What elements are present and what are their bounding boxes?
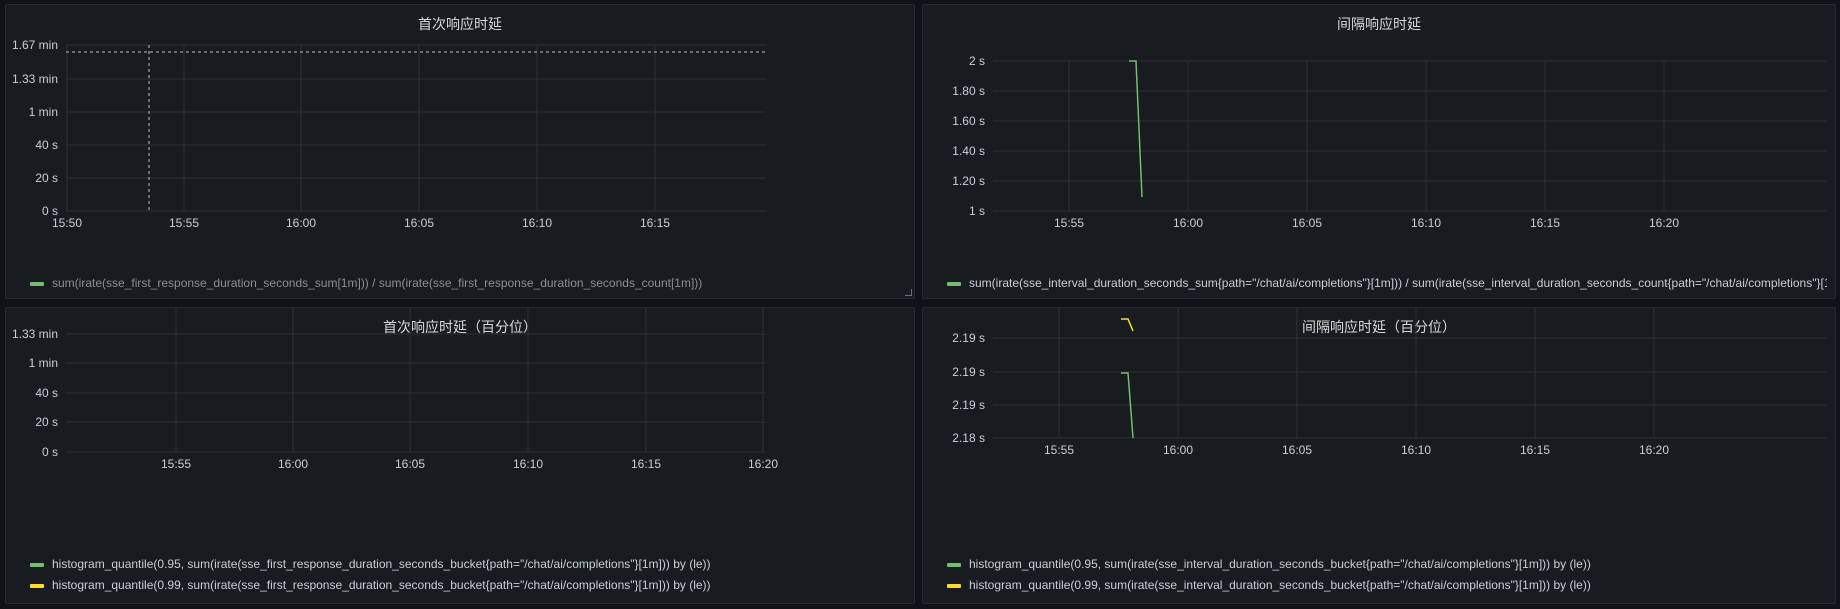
y-tick-label: 1 s [969, 204, 985, 218]
panel-legend: sum(irate(sse_interval_duration_seconds_… [947, 273, 1827, 294]
y-tick-label: 1.40 s [952, 144, 985, 158]
x-tick-label: 16:00 [1163, 443, 1193, 457]
legend-item[interactable]: histogram_quantile(0.95, sum(irate(sse_f… [30, 554, 906, 575]
legend-label: sum(irate(sse_interval_duration_seconds_… [969, 276, 1827, 290]
x-tick-label: 16:20 [748, 457, 778, 471]
series-color-swatch [947, 562, 961, 567]
y-tick-label: 20 s [35, 171, 58, 185]
y-tick-label: 1.60 s [952, 114, 985, 128]
y-tick-label: 20 s [35, 415, 58, 429]
legend-item[interactable]: histogram_quantile(0.99, sum(irate(sse_f… [30, 575, 906, 596]
resize-handle-icon[interactable] [905, 289, 912, 296]
x-tick-label: 16:15 [1530, 216, 1560, 230]
x-tick-label: 16:05 [1292, 216, 1322, 230]
series-color-swatch [947, 281, 961, 286]
legend-item[interactable]: sum(irate(sse_first_response_duration_se… [30, 273, 906, 294]
y-tick-label: 1 min [29, 356, 58, 370]
y-tick-label: 1.33 min [12, 327, 58, 341]
x-tick-label: 16:00 [278, 457, 308, 471]
legend-label: histogram_quantile(0.99, sum(irate(sse_i… [969, 578, 1591, 592]
x-tick-label: 16:15 [640, 216, 670, 230]
y-tick-label: 1 min [29, 105, 58, 119]
legend-item[interactable]: histogram_quantile(0.95, sum(irate(sse_i… [947, 554, 1827, 575]
x-tick-label: 16:10 [522, 216, 552, 230]
y-tick-label: 1.67 min [12, 308, 58, 311]
legend-item[interactable]: histogram_quantile(0.99, sum(irate(sse_i… [947, 575, 1827, 596]
x-tick-label: 16:15 [631, 457, 661, 471]
panel-chart[interactable]: 2 s 1.80 s 1.60 s 1.40 s 1.20 s 1 s 15:55 16:00… [923, 5, 1837, 300]
x-tick-label: 15:55 [161, 457, 191, 471]
x-tick-label: 16:00 [286, 216, 316, 230]
x-tick-label: 16:00 [1173, 216, 1203, 230]
y-tick-label: 2.19 s [952, 398, 985, 412]
x-tick-label: 16:05 [1282, 443, 1312, 457]
series-color-swatch [30, 583, 44, 588]
x-tick-label: 16:10 [1411, 216, 1441, 230]
series-line-p99[interactable] [1121, 318, 1134, 332]
y-tick-label: 40 s [35, 138, 58, 152]
y-tick-label: 2.19 s [952, 331, 985, 345]
x-tick-label: 16:20 [1649, 216, 1679, 230]
panel-interval-response-latency[interactable]: 间隔响应时延 2 s 1.80 s 1.60 s 1.40 s 1.20 s1 s 15:… [922, 4, 1836, 299]
series-line-interval-avg[interactable] [1129, 60, 1143, 198]
y-tick-label: 2.18 s [952, 431, 985, 445]
x-tick-label: 15:55 [1054, 216, 1084, 230]
y-tick-label: 40 s [35, 386, 58, 400]
panel-legend: sum(irate(sse_first_response_duration_se… [30, 273, 906, 294]
panel-legend: histogram_quantile(0.95, sum(irate(sse_i… [947, 554, 1827, 596]
legend-label: histogram_quantile(0.95, sum(irate(sse_f… [52, 557, 711, 571]
panel-first-response-latency-percentile[interactable]: 首次响应时延（百分位） 1.67 min1.33 min1 min40 s20 … [5, 307, 915, 604]
x-tick-label: 16:10 [1401, 443, 1431, 457]
x-tick-label: 16:10 [513, 457, 543, 471]
y-tick-label: 1.20 s [952, 174, 985, 188]
series-color-swatch [30, 562, 44, 567]
legend-label: sum(irate(sse_first_response_duration_se… [52, 276, 703, 290]
y-tick-label: 1.80 s [952, 84, 985, 98]
y-tick-label: 2 s [969, 54, 985, 68]
x-tick-label: 16:20 [1639, 443, 1669, 457]
panel-legend: histogram_quantile(0.95, sum(irate(sse_f… [30, 554, 906, 596]
x-tick-label: 16:15 [1520, 443, 1550, 457]
panel-chart[interactable]: 1.67 min1.33 min1 min40 s20 s0 s15:50 15:… [6, 5, 916, 300]
panel-interval-response-latency-percentile[interactable]: 间隔响应时延（百分位） 2.20 s2.19 s2.19 s2.19 s2.18… [922, 307, 1836, 604]
x-tick-label: 16:05 [404, 216, 434, 230]
legend-label: histogram_quantile(0.95, sum(irate(sse_i… [969, 557, 1591, 571]
y-tick-label: 2.19 s [952, 365, 985, 379]
y-tick-label: 1.33 min [12, 72, 58, 86]
legend-item[interactable]: sum(irate(sse_interval_duration_seconds_… [947, 273, 1827, 294]
x-tick-label: 15:50 [52, 216, 82, 230]
x-tick-label: 15:55 [1044, 443, 1074, 457]
panel-first-response-latency[interactable]: 首次响应时延 1.67 min 1.33 min 1 min 40 s 20 s0 s1… [5, 4, 915, 299]
legend-label: histogram_quantile(0.99, sum(irate(sse_f… [52, 578, 711, 592]
series-color-swatch [30, 281, 44, 286]
x-tick-label: 15:55 [169, 216, 199, 230]
x-tick-label: 16:05 [395, 457, 425, 471]
y-tick-label: 1.67 min [12, 38, 58, 52]
y-tick-label: 2.20 s [952, 308, 985, 311]
series-color-swatch [947, 583, 961, 588]
y-tick-label: 0 s [42, 445, 58, 459]
